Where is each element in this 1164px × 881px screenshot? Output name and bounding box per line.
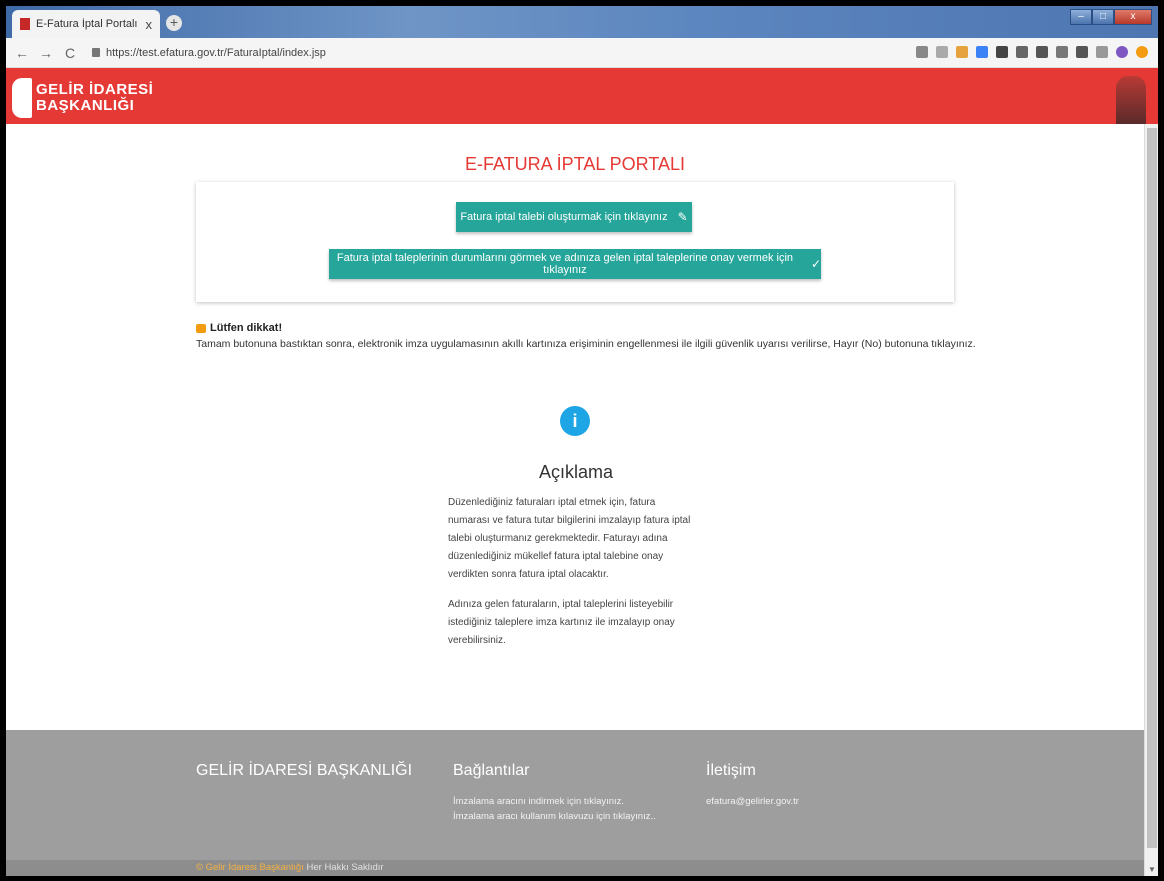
footer-links-title: Bağlantılar <box>453 762 530 779</box>
minimize-icon[interactable]: ‒ <box>1070 9 1092 25</box>
extension-icon[interactable] <box>976 46 988 58</box>
check-icon: ✓ <box>810 257 821 271</box>
logo-line-1: GELİR İDARESİ <box>36 81 154 98</box>
back-icon[interactable]: ← <box>14 45 30 61</box>
pencil-icon: ✎ <box>677 210 688 224</box>
info-icon: i <box>560 406 590 436</box>
description-paragraph-1: Düzenlediğiniz faturaları iptal etmek iç… <box>448 497 691 580</box>
create-button-label: Fatura iptal talebi oluşturmak için tıkl… <box>460 211 668 223</box>
forward-icon[interactable]: → <box>38 45 54 61</box>
scroll-down-icon[interactable]: ▼ <box>1148 865 1156 874</box>
browser-window: E-Fatura İptal Portalı x + ‒ □ x ← → C h… <box>6 6 1158 876</box>
tab-strip: E-Fatura İptal Portalı x + ‒ □ x <box>6 6 1158 38</box>
menu-extension-icon[interactable] <box>1136 46 1148 58</box>
notice: Lütfen dikkat! Tamam butonuna bastıktan … <box>196 322 976 350</box>
new-tab-icon[interactable]: + <box>166 15 182 31</box>
footer-contact: İletişim efatura@gelirler.gov.tr <box>706 762 799 809</box>
site-header: GELİR İDARESİ BAŞKANLIĞI <box>6 68 1158 124</box>
tab-close-icon[interactable]: x <box>146 17 153 32</box>
copyright-rest: Her Hakkı Saklıdır <box>306 862 384 873</box>
logo-text: GELİR İDARESİ BAŞKANLIĞI <box>36 82 153 114</box>
key-icon[interactable] <box>916 46 928 58</box>
view-requests-button[interactable]: Fatura iptal taleplerinin durumlarını gö… <box>329 249 821 279</box>
footer-org: GELİR İDARESİ BAŞKANLIĞI <box>196 762 412 794</box>
url-bar[interactable]: https://test.efatura.gov.tr/FaturaIptal/… <box>106 47 326 59</box>
window-controls: ‒ □ x <box>1070 9 1152 25</box>
tool-guide-link[interactable]: İmzalama aracı kullanım kılavuzu için tı… <box>453 809 656 824</box>
copyright-brand: © Gelir İdaresi Başkanlığı <box>196 862 304 873</box>
cut-icon[interactable] <box>1056 46 1068 58</box>
window-close-icon[interactable]: x <box>1114 9 1152 25</box>
description: Düzenlediğiniz faturaları iptal etmek iç… <box>448 494 698 662</box>
copyright: © Gelir İdaresi Başkanlığı Her Hakkı Sak… <box>196 862 384 873</box>
profile-icon[interactable] <box>1116 46 1128 58</box>
logo-line-2: BAŞKANLIĞI <box>36 97 135 114</box>
logo[interactable]: GELİR İDARESİ BAŞKANLIĞI <box>12 78 153 118</box>
tab-title: E-Fatura İptal Portalı <box>36 18 138 30</box>
shield-icon[interactable] <box>1016 46 1028 58</box>
extension-icons <box>916 46 1148 58</box>
footer-org-title: GELİR İDARESİ BAŞKANLIĞI <box>196 762 413 779</box>
thumb-up-icon <box>196 323 206 333</box>
description-title: Açıklama <box>538 462 614 482</box>
address-toolbar: ← → C https://test.efatura.gov.tr/Fatura… <box>6 38 1158 68</box>
download-tool-link[interactable]: İmzalama aracını indirmek için tıklayını… <box>453 794 656 809</box>
grid-icon[interactable] <box>1076 46 1088 58</box>
scrollbar-thumb[interactable] <box>1147 128 1157 848</box>
lock-icon <box>92 48 100 57</box>
action-card: Fatura iptal talebi oluşturmak için tıkl… <box>196 182 954 302</box>
user-extension-icon[interactable] <box>956 46 968 58</box>
footer-copyright-bar: © Gelir İdaresi Başkanlığı Her Hakkı Sak… <box>6 860 1144 876</box>
lock-extension-icon[interactable] <box>996 46 1008 58</box>
maximize-icon[interactable]: □ <box>1092 9 1114 25</box>
browser-tab[interactable]: E-Fatura İptal Portalı x <box>12 10 160 38</box>
star-icon[interactable] <box>936 46 948 58</box>
reload-icon[interactable]: C <box>62 45 78 61</box>
notice-title: Lütfen dikkat! <box>210 322 283 334</box>
create-cancel-request-button[interactable]: Fatura iptal talebi oluşturmak için tıkl… <box>456 202 692 232</box>
site-footer: GELİR İDARESİ BAŞKANLIĞI Bağlantılar İmz… <box>6 730 1144 876</box>
portrait-image <box>1116 76 1146 124</box>
page-scrollbar[interactable]: ▼ <box>1144 124 1158 876</box>
description-paragraph-2: Adınıza gelen faturaların, iptal taleple… <box>448 599 675 646</box>
cast-icon[interactable] <box>1096 46 1108 58</box>
contact-email-link[interactable]: efatura@gelirler.gov.tr <box>706 794 799 809</box>
notice-text: Tamam butonuna bastıktan sonra, elektron… <box>196 338 976 350</box>
site-favicon-icon <box>20 18 30 30</box>
footer-links: Bağlantılar İmzalama aracını indirmek iç… <box>453 762 656 824</box>
box-icon[interactable] <box>1036 46 1048 58</box>
page-title: E-FATURA İPTAL PORTALI <box>464 154 686 174</box>
view-button-label: Fatura iptal taleplerinin durumlarını gö… <box>336 252 794 276</box>
main-content: E-FATURA İPTAL PORTALI Fatura iptal tale… <box>6 124 1144 736</box>
footer-contact-title: İletişim <box>706 762 756 779</box>
logo-mark-icon <box>12 78 32 118</box>
notice-heading: Lütfen dikkat! <box>196 322 956 334</box>
